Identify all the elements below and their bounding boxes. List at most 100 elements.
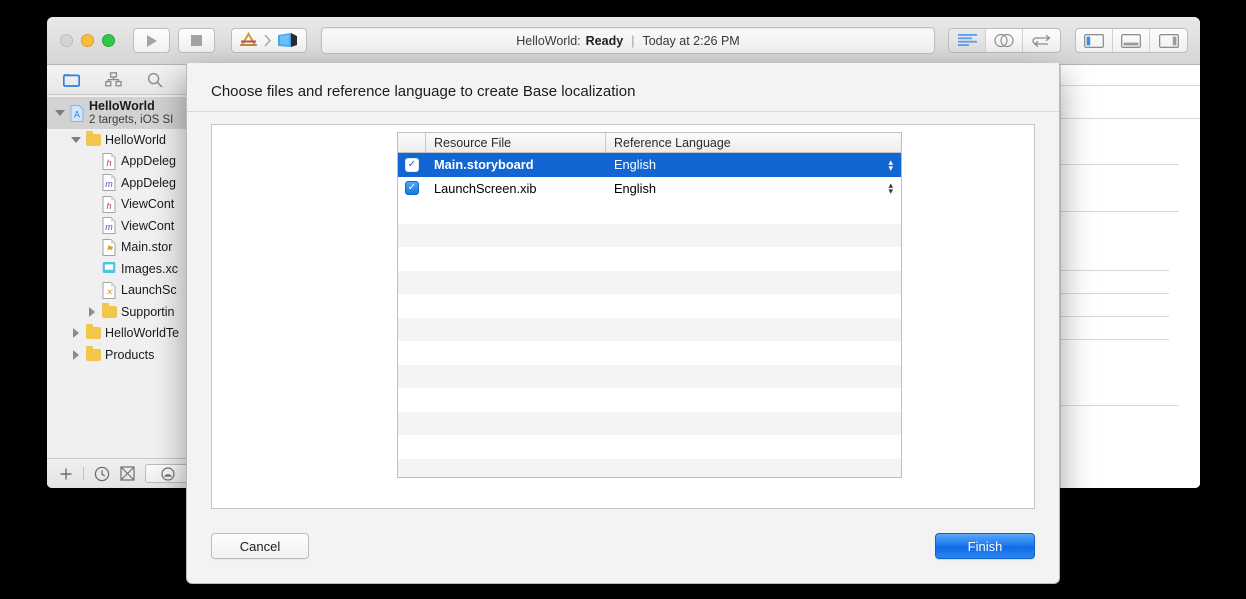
- file-tree-row-label: Supportin: [121, 305, 175, 319]
- minimize-button[interactable]: [81, 34, 94, 47]
- folder-icon: [86, 134, 101, 146]
- debug-toggle-button[interactable]: [1113, 29, 1150, 52]
- view-toggle-segmented-control[interactable]: [1075, 28, 1188, 53]
- version-editor-button[interactable]: [1023, 29, 1060, 52]
- file-icon-wrap: h: [99, 196, 119, 213]
- inspector-divider: [1061, 85, 1200, 86]
- row-checkbox[interactable]: ✓: [405, 181, 419, 195]
- header-file-icon: h: [102, 153, 116, 170]
- utilities-toggle-button[interactable]: [1150, 29, 1187, 52]
- stop-icon: [190, 34, 203, 47]
- sheet-title-divider: [187, 111, 1059, 112]
- twisty-down-icon[interactable]: [69, 137, 83, 143]
- inspector-divider: [1061, 270, 1169, 271]
- table-empty-row: [398, 224, 901, 248]
- folder-icon: [86, 349, 101, 361]
- folder-icon: [102, 306, 117, 318]
- run-button[interactable]: [133, 28, 170, 53]
- zoom-button[interactable]: [102, 34, 115, 47]
- table-header-row: Resource File Reference Language: [398, 133, 901, 153]
- status-state: Ready: [586, 34, 624, 48]
- language-stepper[interactable]: ▴▾: [888, 182, 893, 194]
- status-project: HelloWorld:: [516, 34, 580, 48]
- file-icon-wrap: h: [99, 153, 119, 170]
- standard-editor-icon: [958, 34, 977, 47]
- stepper-down-icon[interactable]: ▾: [888, 165, 893, 171]
- file-icon-wrap: [83, 134, 103, 146]
- chevron-right-icon: [263, 33, 272, 48]
- inspector-divider: [1061, 293, 1169, 294]
- assistant-editor-button[interactable]: [986, 29, 1023, 52]
- project-row-labels: HelloWorld2 targets, iOS SI: [89, 99, 173, 127]
- file-tree-row-label: LaunchSc: [121, 283, 177, 297]
- file-icon-wrap: m: [99, 174, 119, 191]
- row-checkbox[interactable]: ✓: [405, 158, 419, 172]
- file-tree-row-label: AppDeleg: [121, 176, 176, 190]
- language-stepper[interactable]: ▴▾: [888, 159, 893, 171]
- project-name: HelloWorld: [89, 99, 173, 113]
- filter-icon[interactable]: [120, 466, 135, 481]
- table-empty-row: [398, 435, 901, 459]
- source-control-button[interactable]: [145, 464, 191, 483]
- folder-icon: [86, 327, 101, 339]
- debug-panel-icon: [1121, 34, 1141, 48]
- table-body[interactable]: ✓Main.storyboardEnglish▴▾✓LaunchScreen.x…: [398, 153, 901, 478]
- svg-text:A: A: [74, 109, 80, 119]
- scheme-target-icon: [239, 32, 258, 49]
- reference-language-cell[interactable]: English: [606, 157, 901, 172]
- table-empty-row: [398, 200, 901, 224]
- storyboard-file-icon: ⚑: [102, 239, 116, 256]
- scheme-selector[interactable]: [231, 28, 307, 53]
- table-row[interactable]: ✓ Main.storyboardEnglish▴▾: [398, 153, 901, 177]
- file-icon-wrap: [83, 327, 103, 339]
- standard-editor-button[interactable]: [949, 29, 986, 52]
- table-empty-row: [398, 412, 901, 436]
- table-empty-row: [398, 247, 901, 271]
- inspector-divider: [1061, 405, 1179, 406]
- twisty-right-icon[interactable]: [69, 328, 83, 338]
- source-file-icon: m: [102, 217, 116, 234]
- navigator-toggle-button[interactable]: [1076, 29, 1113, 52]
- twisty-right-icon[interactable]: [69, 350, 83, 360]
- file-tree-row-label: Main.stor: [121, 240, 172, 254]
- finish-button[interactable]: Finish: [935, 533, 1035, 559]
- file-tree-row-label: Products: [105, 348, 154, 362]
- reference-language-cell[interactable]: English: [606, 181, 901, 196]
- recent-icon[interactable]: [94, 466, 110, 482]
- resource-file-cell: Main.storyboard: [426, 157, 606, 172]
- project-targets: 2 targets, iOS SI: [89, 113, 173, 127]
- symbol-navigator-icon[interactable]: [105, 72, 122, 87]
- editor-mode-segmented-control[interactable]: [948, 28, 1061, 53]
- table-header-resource-file: Resource File: [426, 133, 606, 152]
- add-icon[interactable]: [59, 467, 73, 481]
- stop-button[interactable]: [178, 28, 215, 53]
- file-tree-row-label: ViewCont: [121, 197, 174, 211]
- table-empty-row: [398, 341, 901, 365]
- file-icon-wrap: ⚑: [99, 239, 119, 256]
- find-navigator-icon[interactable]: [147, 72, 163, 88]
- cancel-button[interactable]: Cancel: [211, 533, 309, 559]
- file-icon-wrap: [83, 349, 103, 361]
- file-tree-row-label: Images.xc: [121, 262, 178, 276]
- inspector-divider: [1061, 339, 1169, 340]
- activity-status-field: HelloWorld: Ready | Today at 2:26 PM: [321, 27, 935, 54]
- header-file-icon: h: [102, 196, 116, 213]
- project-navigator-icon[interactable]: [63, 73, 80, 87]
- twisty-right-icon[interactable]: [85, 307, 99, 317]
- assistant-editor-icon: [993, 33, 1015, 48]
- table-empty-row: [398, 388, 901, 412]
- toolbar-right-controls: [948, 28, 1188, 53]
- row-checkbox-cell: ✓: [398, 181, 426, 195]
- table-row[interactable]: ✓LaunchScreen.xibEnglish▴▾: [398, 177, 901, 201]
- resource-file-table[interactable]: Resource File Reference Language ✓ Main.s…: [397, 132, 902, 478]
- close-button[interactable]: [60, 34, 73, 47]
- status-separator: |: [631, 34, 634, 48]
- table-empty-row: [398, 318, 901, 342]
- source-file-icon: m: [102, 174, 116, 191]
- file-tree-row-label: HelloWorldTe: [105, 326, 179, 340]
- twisty-down-icon[interactable]: [53, 110, 67, 116]
- file-icon-wrap: A: [67, 105, 87, 122]
- sheet-title: Choose files and reference language to c…: [187, 63, 1059, 111]
- stepper-down-icon[interactable]: ▾: [888, 188, 893, 194]
- sheet-content-area: Resource File Reference Language ✓ Main.s…: [211, 124, 1035, 509]
